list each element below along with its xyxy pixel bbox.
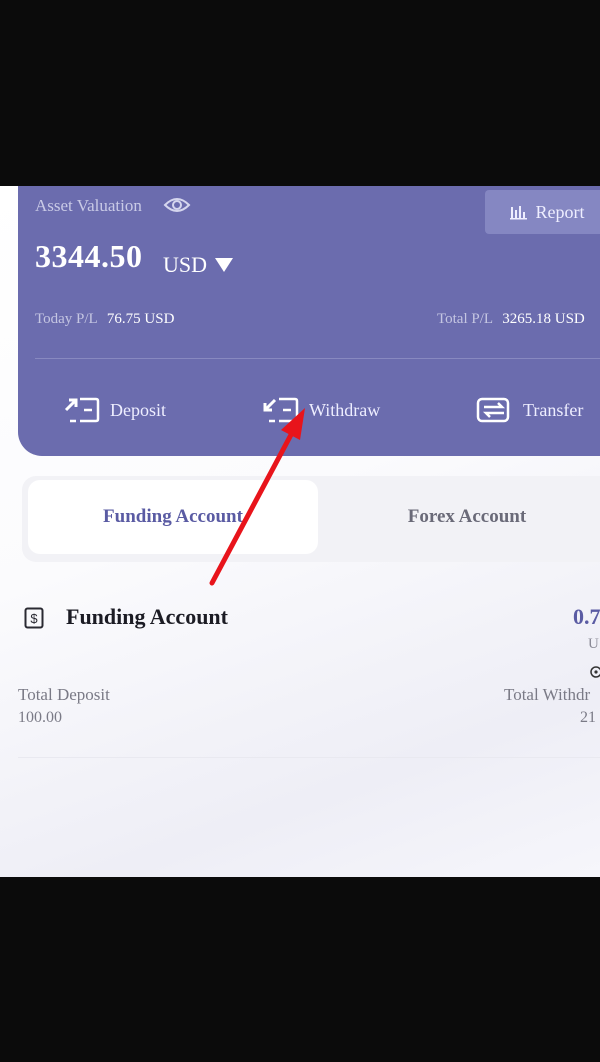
total-deposit-label: Total Deposit — [18, 685, 110, 704]
asset-valuation-card: Asset Valuation Report 3344.50 USD Today… — [18, 186, 600, 456]
withdraw-icon — [263, 397, 299, 423]
withdraw-label: Withdraw — [309, 399, 381, 420]
today-pl-label: Today P/L — [35, 311, 98, 327]
deposit-label: Deposit — [110, 399, 166, 420]
funding-balance-unit: U — [588, 636, 599, 652]
section-divider — [18, 757, 600, 758]
asset-valuation-label: Asset Valuation — [35, 196, 142, 215]
dollar-doc-icon: $ — [24, 607, 44, 629]
today-pl: Today P/L 76.75 USD — [35, 311, 174, 328]
card-divider — [35, 358, 600, 359]
deposit-button[interactable]: Deposit — [64, 396, 166, 424]
transfer-button[interactable]: Transfer — [475, 396, 583, 424]
svg-text:$: $ — [30, 611, 38, 626]
transfer-label: Transfer — [523, 399, 584, 420]
tab-forex-account[interactable]: Forex Account — [322, 480, 600, 554]
tab-funding-account[interactable]: Funding Account — [28, 480, 318, 554]
total-withdraw-label: Total Withdr — [504, 685, 591, 704]
currency-label: USD — [163, 252, 208, 277]
report-label: Report — [535, 201, 585, 222]
caret-down-icon — [215, 258, 234, 272]
app-screen: Asset Valuation Report 3344.50 USD Today… — [0, 186, 600, 877]
transfer-icon — [476, 397, 510, 423]
info-circle-icon[interactable] — [590, 666, 600, 678]
deposit-icon — [64, 397, 100, 423]
report-button[interactable]: Report — [485, 190, 600, 234]
funding-balance: 0.7 — [573, 604, 600, 629]
total-pl: Total P/L 3265.18 USD — [437, 311, 585, 328]
today-pl-value: 76.75 USD — [106, 311, 175, 327]
bar-chart-icon — [509, 206, 527, 220]
total-pl-label: Total P/L — [437, 311, 493, 327]
account-tabs: Funding Account Forex Account — [22, 476, 600, 562]
funding-account-title: Funding Account — [66, 604, 228, 629]
currency-selector[interactable]: USD — [163, 252, 234, 278]
asset-amount: 3344.50 — [35, 238, 143, 274]
eye-icon[interactable] — [163, 195, 191, 215]
total-deposit-value: 100.00 — [18, 709, 62, 726]
total-pl-value: 3265.18 USD — [502, 311, 585, 327]
withdraw-button[interactable]: Withdraw — [263, 396, 380, 424]
total-withdraw-value: 21 — [580, 709, 596, 726]
